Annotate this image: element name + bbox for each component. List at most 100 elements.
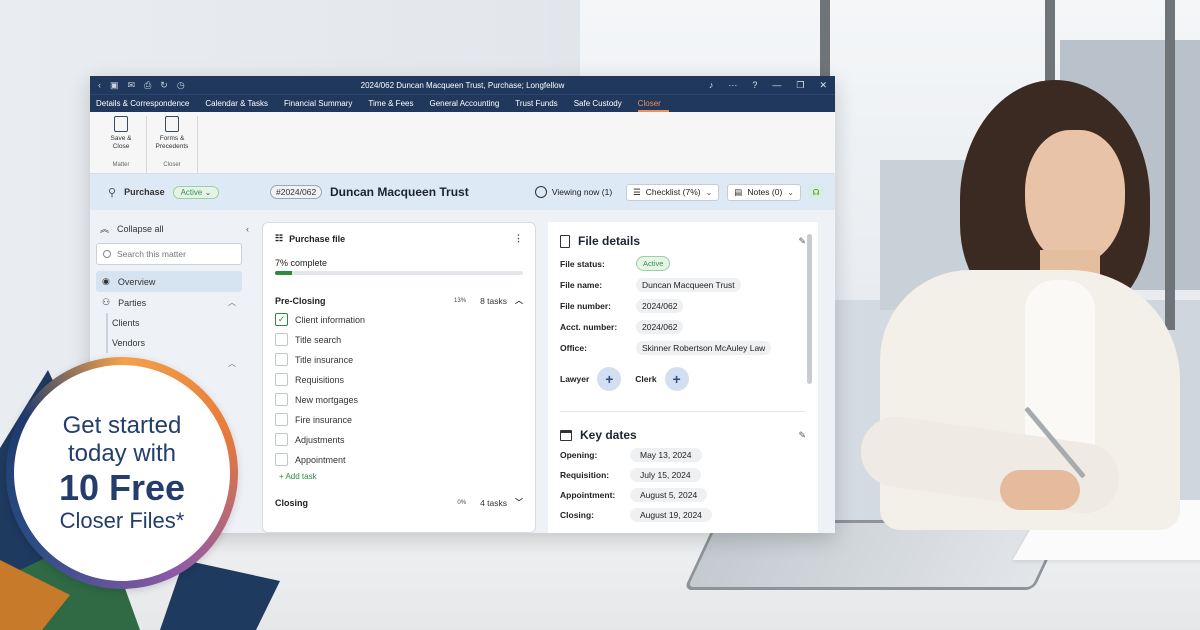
- window-mullion: [1165, 0, 1175, 330]
- help-icon[interactable]: ?: [752, 80, 757, 91]
- date-value: August 19, 2024: [630, 508, 712, 522]
- progress-bar: [275, 271, 523, 275]
- status-badge[interactable]: Active ⌄: [172, 185, 220, 199]
- task-item[interactable]: New mortgages: [275, 393, 523, 406]
- checkbox-icon[interactable]: [275, 453, 288, 466]
- save-close-button[interactable]: Save & Close: [104, 116, 138, 151]
- collapse-sidebar-icon[interactable]: ‹: [246, 224, 249, 234]
- chevron-down-icon[interactable]: ﹀: [515, 497, 523, 508]
- section-task-count: 8 tasks: [480, 295, 507, 306]
- date-value: August 5, 2024: [630, 488, 708, 502]
- checkbox-icon[interactable]: [275, 433, 288, 446]
- checklist-icon: ☷: [275, 233, 284, 243]
- checkbox-checked-icon[interactable]: ✓: [275, 313, 288, 326]
- sidebar-item-label: Clients: [112, 318, 140, 328]
- notes-dropdown[interactable]: ▤ Notes (0) ⌄: [727, 183, 801, 201]
- checkbox-icon[interactable]: [275, 333, 288, 346]
- minimize-icon[interactable]: —: [772, 80, 781, 91]
- field-label: Office:: [560, 343, 587, 353]
- section-percent: 0%: [457, 499, 467, 506]
- matter-number: #2024/062: [270, 185, 323, 199]
- checklist-icon: ☰: [633, 186, 641, 197]
- forms-precedents-button[interactable]: Forms & Precedents: [155, 116, 189, 151]
- sidebar-item-overview[interactable]: ◉ Overview: [96, 271, 242, 292]
- menu-general-accounting[interactable]: General Accounting: [429, 99, 507, 112]
- status-badge: Active: [636, 256, 671, 271]
- progress-fill: [275, 271, 293, 275]
- notes-icon: ▤: [734, 186, 743, 197]
- task-item[interactable]: Appointment: [275, 453, 523, 466]
- chevrons-up-icon: ︽: [100, 224, 110, 234]
- task-item[interactable]: ✓ Client information: [275, 313, 523, 326]
- search-box: [96, 243, 242, 265]
- menu-calendar[interactable]: Calendar & Tasks: [205, 99, 276, 112]
- key-dates-list: Opening: May 13, 2024 Requisition: July 15…: [560, 448, 806, 522]
- headset-icon[interactable]: ☊: [809, 185, 823, 199]
- chevron-down-icon: ⌄: [705, 187, 713, 197]
- field-row: File number: 2024/062: [560, 299, 806, 313]
- checkbox-icon[interactable]: [275, 393, 288, 406]
- menu-safe-custody[interactable]: Safe Custody: [574, 99, 630, 112]
- date-label: Opening:: [560, 450, 598, 460]
- sidebar-item-parties[interactable]: ⚇ Parties ︿: [96, 292, 242, 313]
- edit-icon[interactable]: ✎: [798, 236, 806, 247]
- task-item[interactable]: Adjustments: [275, 433, 523, 446]
- chevron-up-icon[interactable]: ︿: [515, 295, 523, 306]
- parties-submenu: Clients Vendors: [106, 313, 242, 353]
- details-panel: File details ✎ File status: Active File n…: [548, 222, 818, 533]
- sidebar-item-clients[interactable]: Clients: [108, 313, 242, 333]
- task-item[interactable]: Fire insurance: [275, 413, 523, 426]
- sidebar-item-vendors[interactable]: Vendors: [108, 333, 242, 353]
- sidebar-item-label: Parties: [118, 297, 147, 308]
- section-closing[interactable]: Closing 0% 4 tasks ﹀: [275, 497, 523, 508]
- field-row: Office: Skinner Robertson McAuley Law: [560, 341, 806, 355]
- task-label: Requisitions: [295, 374, 345, 385]
- scrollbar[interactable]: [807, 234, 812, 384]
- viewing-now-label: Viewing now (1): [551, 187, 613, 197]
- file-details-fields: File status: Active File name: Duncan Macq…: [560, 256, 806, 355]
- field-value: Duncan Macqueen Trust: [636, 278, 741, 292]
- menu-financial[interactable]: Financial Summary: [284, 99, 360, 112]
- menu-closer[interactable]: Closer: [637, 99, 669, 112]
- menu-trust-funds[interactable]: Trust Funds: [515, 99, 565, 112]
- task-label: Title search: [295, 334, 342, 345]
- promo-content: Get started today with 10 Free Closer Fi…: [14, 365, 230, 581]
- edit-icon[interactable]: ✎: [798, 430, 806, 441]
- checkbox-icon[interactable]: [275, 413, 288, 426]
- date-row: Requisition: July 15, 2024: [560, 468, 806, 482]
- more-icon[interactable]: ···: [728, 80, 737, 91]
- task-label: New mortgages: [295, 394, 359, 405]
- matter-header: ⚲ Purchase Active ⌄ #2024/062 Duncan Mac…: [90, 174, 835, 210]
- viewing-now-button[interactable]: Viewing now (1): [529, 184, 618, 201]
- add-task-link[interactable]: + Add task: [279, 472, 523, 481]
- title-bar: ‹ ▣ ✉ ⎙ ↻ ◷ 2024/062 Duncan Macqueen Tru…: [90, 76, 835, 94]
- woman-hand: [1000, 470, 1080, 510]
- more-vertical-icon[interactable]: ⋮: [514, 233, 523, 244]
- task-item[interactable]: Title insurance: [275, 353, 523, 366]
- task-item[interactable]: Title search: [275, 333, 523, 346]
- add-lawyer-button[interactable]: +: [597, 367, 622, 391]
- checkbox-icon[interactable]: [275, 373, 288, 386]
- checkbox-icon[interactable]: [275, 353, 288, 366]
- date-label: Appointment:: [560, 490, 616, 500]
- restore-icon[interactable]: ❐: [796, 80, 804, 91]
- people-icon: ⚇: [102, 297, 111, 307]
- task-item[interactable]: Requisitions: [275, 373, 523, 386]
- menu-details[interactable]: Details & Correspondence: [96, 99, 197, 112]
- date-row: Opening: May 13, 2024: [560, 448, 806, 462]
- notes-label: Notes (0): [747, 187, 783, 197]
- divider: [560, 411, 806, 412]
- save-close-label: Save & Close: [110, 135, 132, 150]
- add-clerk-button[interactable]: +: [664, 367, 689, 391]
- section-title: File details: [578, 234, 641, 248]
- menu-bar: Details & Correspondence Calendar & Task…: [90, 94, 835, 112]
- collapse-all-button[interactable]: ︽ Collapse all: [96, 218, 242, 239]
- close-icon[interactable]: ✕: [819, 80, 827, 91]
- menu-time-fees[interactable]: Time & Fees: [368, 99, 421, 112]
- section-pre-closing[interactable]: Pre-Closing 13% 8 tasks ︿: [275, 295, 523, 306]
- chevron-down-icon: ⌄: [787, 187, 794, 197]
- search-input[interactable]: [117, 249, 227, 259]
- checklist-dropdown[interactable]: ☰ Checklist (7%) ⌄: [626, 183, 720, 201]
- pin-icon[interactable]: ⚲: [108, 186, 116, 199]
- bell-icon[interactable]: ♪: [709, 80, 714, 91]
